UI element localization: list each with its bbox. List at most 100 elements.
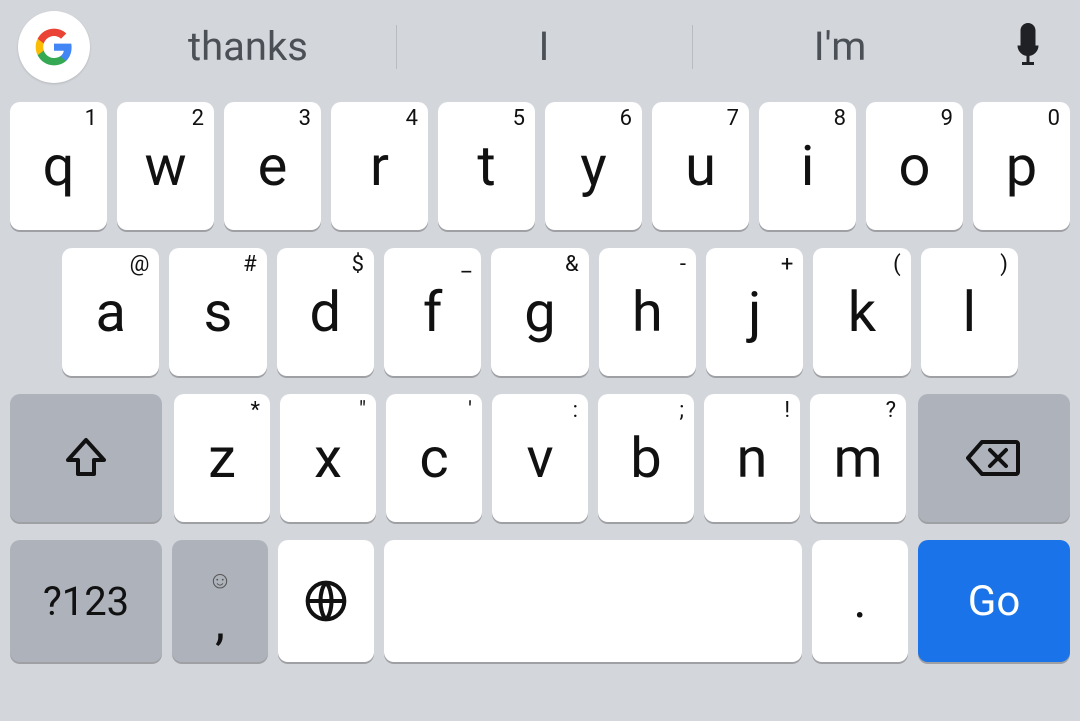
- key-p[interactable]: p0: [973, 102, 1070, 230]
- shift-key[interactable]: [10, 394, 162, 522]
- key-hint-label: :: [573, 398, 578, 423]
- comma-key[interactable]: ☺ ,: [172, 540, 268, 662]
- key-hint-label: 3: [299, 106, 311, 131]
- key-main-label: r: [370, 133, 389, 199]
- keyboard-row-3-letters: z*x"c'v:b;n!m?: [172, 394, 908, 522]
- key-main-label: f: [423, 279, 442, 345]
- key-main-label: z: [208, 425, 236, 491]
- google-logo-icon: [34, 27, 74, 67]
- backspace-key[interactable]: [918, 394, 1070, 522]
- key-hint-label: 2: [192, 106, 204, 131]
- key-y[interactable]: y6: [545, 102, 642, 230]
- key-z[interactable]: z*: [174, 394, 270, 522]
- keyboard-row-1: q1w2e3r4t5y6u7i8o9p0: [4, 102, 1076, 230]
- comma-label: ,: [215, 598, 225, 648]
- key-hint-label: 0: [1048, 106, 1060, 131]
- key-main-label: j: [748, 279, 761, 345]
- suggestion-item[interactable]: I: [396, 17, 692, 77]
- key-main-label: o: [899, 133, 931, 199]
- key-main-label: s: [204, 279, 233, 345]
- suggestion-item[interactable]: thanks: [100, 17, 396, 77]
- key-s[interactable]: s#: [169, 248, 266, 376]
- suggestions-container: thanks I I'm: [100, 0, 988, 94]
- key-j[interactable]: j+: [706, 248, 803, 376]
- period-key[interactable]: .: [812, 540, 908, 662]
- key-u[interactable]: u7: [652, 102, 749, 230]
- key-b[interactable]: b;: [598, 394, 694, 522]
- key-main-label: n: [737, 425, 768, 491]
- symbols-key[interactable]: ?123: [10, 540, 162, 662]
- key-v[interactable]: v:: [492, 394, 588, 522]
- key-hint-label: -: [680, 252, 686, 277]
- key-main-label: m: [833, 425, 882, 491]
- key-main-label: t: [477, 133, 495, 199]
- key-t[interactable]: t5: [438, 102, 535, 230]
- key-hint-label: ): [1000, 252, 1008, 277]
- key-hint-label: $: [352, 252, 364, 277]
- key-main-label: q: [43, 133, 75, 199]
- key-main-label: e: [258, 133, 288, 199]
- key-hint-label: !: [784, 398, 790, 423]
- google-search-button[interactable]: [18, 11, 90, 83]
- globe-icon: [304, 579, 348, 623]
- key-hint-label: *: [251, 398, 260, 423]
- key-k[interactable]: k(: [813, 248, 910, 376]
- key-hint-label: ": [359, 398, 366, 423]
- key-h[interactable]: h-: [599, 248, 696, 376]
- key-g[interactable]: g&: [491, 248, 588, 376]
- keyboard: q1w2e3r4t5y6u7i8o9p0 a@s#d$f_g&h-j+k(l) …: [0, 94, 1080, 668]
- key-w[interactable]: w2: [117, 102, 214, 230]
- key-i[interactable]: i8: [759, 102, 856, 230]
- keyboard-row-2: a@s#d$f_g&h-j+k(l): [4, 248, 1076, 376]
- key-main-label: h: [632, 279, 663, 345]
- key-hint-label: 6: [620, 106, 632, 131]
- key-main-label: c: [419, 425, 448, 491]
- key-main-label: k: [848, 279, 876, 345]
- key-a[interactable]: a@: [62, 248, 159, 376]
- key-hint-label: _: [461, 252, 471, 277]
- language-key[interactable]: [278, 540, 374, 662]
- key-main-label: b: [630, 425, 661, 491]
- key-hint-label: #: [243, 252, 257, 277]
- key-c[interactable]: c': [386, 394, 482, 522]
- voice-input-button[interactable]: [998, 17, 1058, 77]
- key-main-label: d: [310, 279, 342, 345]
- key-main-label: u: [685, 133, 716, 199]
- key-r[interactable]: r4: [331, 102, 428, 230]
- microphone-icon: [1010, 23, 1046, 71]
- key-hint-label: @: [130, 252, 150, 277]
- key-hint-label: 1: [85, 106, 97, 131]
- key-hint-label: ;: [679, 398, 684, 423]
- key-main-label: w: [144, 133, 186, 199]
- key-x[interactable]: x": [280, 394, 376, 522]
- key-m[interactable]: m?: [810, 394, 906, 522]
- key-main-label: a: [95, 279, 125, 345]
- key-o[interactable]: o9: [866, 102, 963, 230]
- backspace-icon: [966, 438, 1022, 478]
- key-n[interactable]: n!: [704, 394, 800, 522]
- go-key[interactable]: Go: [918, 540, 1070, 662]
- key-d[interactable]: d$: [277, 248, 374, 376]
- key-main-label: x: [314, 425, 342, 491]
- key-f[interactable]: f_: [384, 248, 481, 376]
- key-hint-label: ': [468, 398, 472, 423]
- emoji-hint-icon: ☺: [208, 568, 233, 592]
- shift-icon: [62, 434, 110, 482]
- space-key[interactable]: [384, 540, 802, 662]
- key-q[interactable]: q1: [10, 102, 107, 230]
- key-hint-label: (: [893, 252, 901, 277]
- key-hint-label: &: [565, 252, 579, 277]
- key-hint-label: 9: [941, 106, 953, 131]
- suggestion-bar: thanks I I'm: [0, 0, 1080, 94]
- key-e[interactable]: e3: [224, 102, 321, 230]
- key-main-label: l: [962, 279, 976, 345]
- suggestion-item[interactable]: I'm: [692, 17, 988, 77]
- key-main-label: g: [524, 279, 555, 345]
- key-l[interactable]: l): [921, 248, 1018, 376]
- key-hint-label: 5: [513, 106, 525, 131]
- key-main-label: y: [580, 133, 607, 199]
- key-hint-label: +: [781, 252, 793, 277]
- key-main-label: i: [801, 133, 815, 199]
- keyboard-row-3: z*x"c'v:b;n!m?: [4, 394, 1076, 522]
- key-main-label: p: [1006, 133, 1037, 199]
